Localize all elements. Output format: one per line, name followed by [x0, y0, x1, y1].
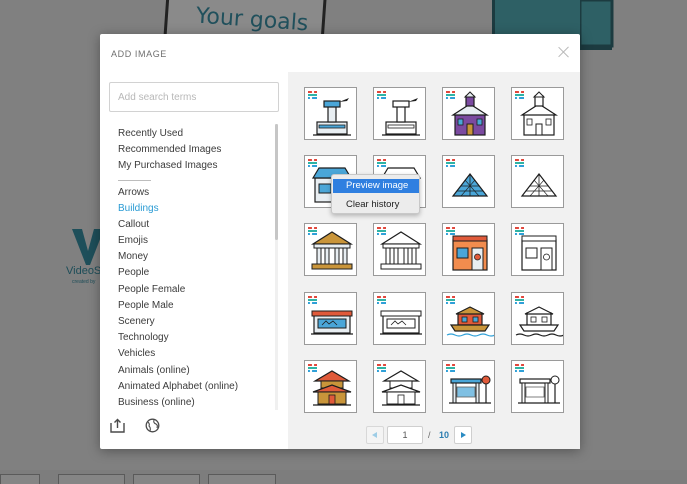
image-thumbnail-airport-outline[interactable] — [373, 87, 426, 140]
category-scrollbar-thumb[interactable] — [275, 124, 278, 240]
category-vehicles[interactable]: Vehicles — [118, 348, 155, 359]
houseboat-outline-icon — [515, 295, 563, 337]
image-thumbnail-bus-stop-color[interactable] — [442, 360, 495, 413]
category-people[interactable]: People — [118, 267, 149, 278]
background-sign-text: Your goals — [195, 3, 310, 37]
background-timeline-slot — [208, 474, 276, 484]
background-graphic-corner — [580, 0, 614, 48]
page-number-input[interactable] — [387, 426, 423, 444]
pagoda-outline-icon — [377, 363, 421, 406]
image-thumbnail-pagoda-color[interactable] — [304, 360, 357, 413]
category-arrows[interactable]: Arrows — [118, 187, 149, 198]
image-thumbnail-bus-stop-outline[interactable] — [511, 360, 564, 413]
image-thumbnail-church-color[interactable] — [442, 87, 495, 140]
background-timeline-slot — [58, 474, 125, 484]
dialog-title: ADD IMAGE — [111, 49, 167, 59]
context-menu-clear-history[interactable]: Clear history — [333, 198, 419, 212]
market-color-icon — [308, 295, 353, 335]
bank-color-icon — [308, 226, 354, 270]
category-recommended-images[interactable]: Recommended Images — [118, 144, 221, 155]
image-thumbnail-bank-color[interactable] — [304, 223, 357, 276]
image-grid-panel: / 10 — [288, 72, 580, 449]
bus-stop-outline-icon — [515, 363, 560, 404]
category-list: Recently Used Recommended Images My Purc… — [100, 124, 278, 410]
bank-outline-icon — [377, 226, 423, 270]
previous-page-button[interactable] — [366, 426, 384, 444]
globe-icon[interactable] — [145, 418, 160, 433]
category-my-purchased-images[interactable]: My Purchased Images — [118, 160, 218, 171]
market-outline-icon — [377, 295, 422, 335]
background-timeline-slot — [0, 474, 40, 484]
next-page-button[interactable] — [454, 426, 472, 444]
category-recently-used[interactable]: Recently Used — [118, 128, 183, 139]
category-animals-online[interactable]: Animals (online) — [118, 365, 190, 376]
image-thumbnail-storefront-outline[interactable] — [511, 223, 564, 276]
category-divider — [118, 180, 151, 181]
storefront-color-icon — [446, 226, 488, 271]
add-image-dialog: ADD IMAGE Recently Used Recommended Imag… — [100, 34, 580, 449]
category-animated-alphabet-online[interactable]: Animated Alphabet (online) — [118, 381, 238, 392]
airport-outline-icon — [377, 90, 420, 136]
church-color-icon — [446, 90, 490, 136]
category-technology[interactable]: Technology — [118, 332, 169, 343]
bus-stop-color-icon — [446, 363, 491, 404]
image-thumbnail-houseboat-outline[interactable] — [511, 292, 564, 345]
image-thumbnail-market-color[interactable] — [304, 292, 357, 345]
houseboat-color-icon — [446, 295, 494, 337]
background-timeline-slot — [133, 474, 200, 484]
search-input[interactable] — [109, 82, 279, 112]
image-thumbnail-pyramid-color[interactable] — [442, 155, 495, 208]
category-people-male[interactable]: People Male — [118, 300, 174, 311]
background-logo-subtext: created by — [72, 279, 96, 285]
image-thumbnail-pagoda-outline[interactable] — [373, 360, 426, 413]
page-separator: / — [428, 430, 431, 440]
pagoda-color-icon — [308, 363, 352, 406]
image-thumbnail-bank-outline[interactable] — [373, 223, 426, 276]
church-outline-icon — [515, 90, 559, 136]
image-thumbnail-church-outline[interactable] — [511, 87, 564, 140]
category-scenery[interactable]: Scenery — [118, 316, 155, 327]
context-menu-preview-image[interactable]: Preview image — [333, 179, 419, 193]
pyramid-outline-icon — [515, 158, 558, 197]
storefront-outline-icon — [515, 226, 557, 271]
total-pages: 10 — [439, 430, 450, 440]
close-icon[interactable] — [558, 46, 570, 58]
image-thumbnail-houseboat-color[interactable] — [442, 292, 495, 345]
category-business-online[interactable]: Business (online) — [118, 397, 195, 408]
pagination: / 10 — [288, 425, 580, 445]
category-emojis[interactable]: Emojis — [118, 235, 148, 246]
category-money[interactable]: Money — [118, 251, 148, 262]
category-panel: Recently Used Recommended Images My Purc… — [100, 72, 288, 449]
image-thumbnail-market-outline[interactable] — [373, 292, 426, 345]
image-thumbnail-airport-color[interactable] — [304, 87, 357, 140]
background-logo-text: VideoS — [66, 265, 102, 277]
category-callout[interactable]: Callout — [118, 219, 149, 230]
context-menu: Preview image Clear history — [331, 174, 420, 214]
image-thumbnail-pyramid-outline[interactable] — [511, 155, 564, 208]
category-people-female[interactable]: People Female — [118, 284, 185, 295]
upload-icon[interactable] — [110, 418, 125, 433]
airport-color-icon — [308, 90, 351, 136]
pyramid-color-icon — [446, 158, 489, 197]
image-thumbnail-storefront-color[interactable] — [442, 223, 495, 276]
category-buildings[interactable]: Buildings — [118, 203, 159, 214]
